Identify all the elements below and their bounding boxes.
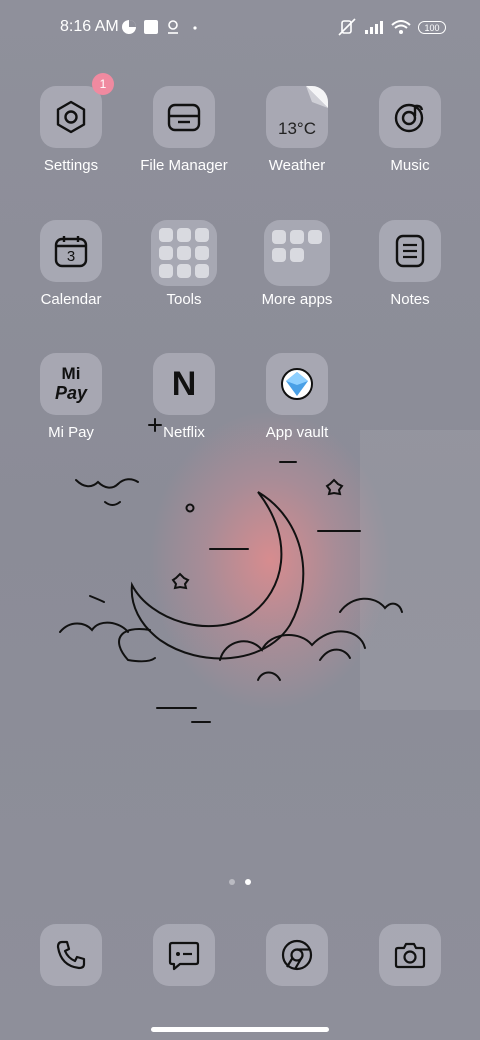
data-saver-icon [120, 18, 138, 36]
signal-icon [364, 18, 386, 36]
page-curl-icon [306, 86, 328, 108]
app-label: Calendar [40, 291, 102, 308]
dot-icon [186, 18, 204, 36]
mi-pay-logo-bottom: Pay [54, 383, 88, 403]
status-time: 8:16 AM [60, 18, 119, 35]
mute-icon [338, 18, 356, 36]
app-folder-more-apps[interactable]: More apps [242, 220, 352, 308]
weather-temp: 13°C [278, 119, 316, 138]
folder-preview-grid [159, 228, 209, 278]
camera-icon [394, 942, 426, 969]
page-indicator-dot-1[interactable] [229, 879, 235, 885]
app-label: File Manager [140, 157, 228, 174]
dock-camera[interactable] [379, 924, 441, 986]
folder-tools-icon[interactable] [151, 220, 217, 286]
app-settings[interactable]: 1 Settings [16, 73, 126, 174]
app-label: Music [390, 157, 430, 174]
status-bar: 8:16 AM 100 [0, 0, 480, 56]
app-label: Weather [268, 157, 326, 174]
notification-badge: 1 [92, 73, 114, 95]
app-label: More apps [261, 291, 333, 308]
app-netflix[interactable]: N Netflix [129, 353, 239, 441]
mi-pay-icon[interactable]: Mi Pay [40, 353, 102, 415]
app-label: Netflix [163, 424, 205, 441]
battery-icon: 100 [418, 21, 446, 34]
dock-phone[interactable] [40, 924, 102, 986]
dock-chrome[interactable] [266, 924, 328, 986]
notes-icon[interactable] [379, 220, 441, 282]
app-app-vault[interactable]: App vault [242, 353, 352, 441]
app-label: Tools [166, 291, 202, 308]
calendar-day: 3 [66, 247, 76, 265]
netflix-icon[interactable]: N [153, 353, 215, 415]
folder-icon[interactable] [153, 86, 215, 148]
chrome-icon [281, 939, 313, 971]
app-label: Notes [390, 291, 430, 308]
gesture-nav-bar[interactable] [151, 1027, 329, 1032]
app-calendar[interactable]: 3 Calendar [16, 220, 126, 308]
wifi-icon [390, 18, 412, 36]
mi-pay-logo-top: Mi [61, 364, 81, 383]
messages-icon [168, 941, 200, 971]
app-notes[interactable]: Notes [355, 220, 465, 308]
square-notification-icon [142, 18, 160, 36]
app-label: Mi Pay [48, 424, 94, 441]
app-label: App vault [265, 424, 329, 441]
location-icon [164, 18, 182, 36]
app-vault-icon[interactable] [266, 353, 328, 415]
gear-hex-icon[interactable]: 1 [40, 73, 114, 148]
calendar-icon[interactable]: 3 [40, 220, 102, 282]
app-mi-pay[interactable]: Mi Pay Mi Pay [16, 353, 126, 441]
weather-icon[interactable]: 13°C [266, 86, 328, 148]
page-indicator-dot-2-active[interactable] [245, 879, 251, 885]
app-music[interactable]: Music [355, 86, 465, 174]
netflix-logo: N [171, 364, 197, 403]
folder-more-apps-icon[interactable] [264, 220, 330, 286]
app-file-manager[interactable]: File Manager [129, 86, 239, 174]
phone-icon [56, 940, 86, 970]
dock-messages[interactable] [153, 924, 215, 986]
app-folder-tools[interactable]: Tools [129, 220, 239, 308]
folder-preview-grid [272, 230, 322, 262]
app-weather[interactable]: 13°C Weather [242, 86, 352, 174]
music-disc-icon[interactable] [379, 86, 441, 148]
app-label: Settings [43, 157, 99, 174]
